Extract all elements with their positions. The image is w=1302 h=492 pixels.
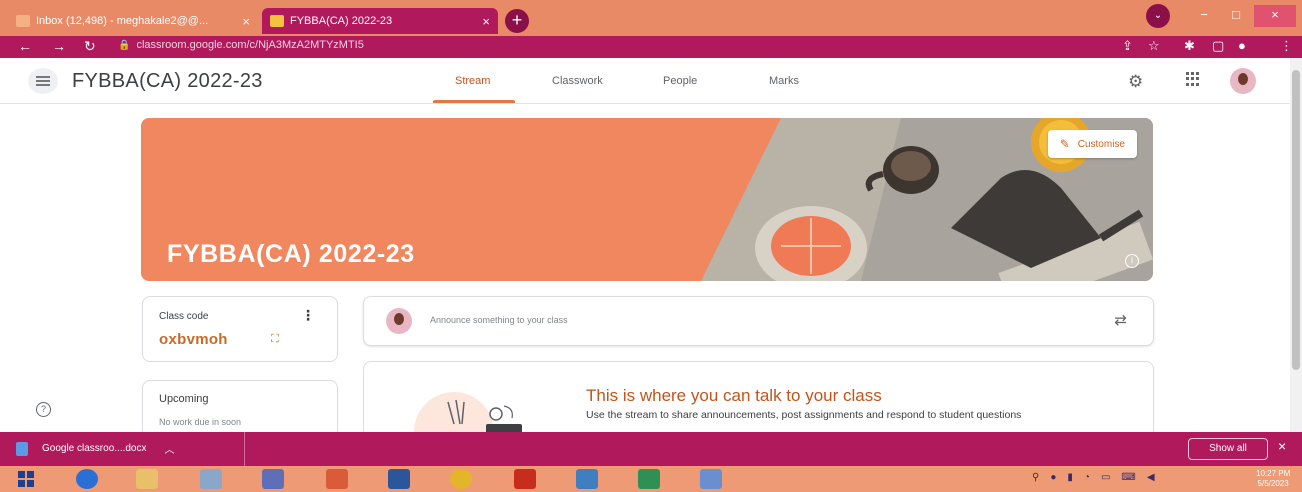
upcoming-subtext: No work due in soon	[159, 417, 242, 427]
url-text: classroom.google.com/c/NjA3MzA2MTYzMTI5	[136, 39, 364, 51]
tray-icon[interactable]: ●	[1050, 472, 1056, 483]
download-file-name: Google classroo....docx	[42, 443, 147, 454]
app-icon[interactable]	[262, 469, 284, 489]
forward-icon[interactable]: →	[52, 38, 66, 54]
page-scrollbar[interactable]	[1290, 58, 1302, 432]
office-icon[interactable]	[326, 469, 348, 489]
browser-tab-classroom[interactable]: FYBBA(CA) 2022-23 ×	[262, 8, 498, 34]
extensions-icon[interactable]: ✱	[1184, 38, 1195, 54]
menu-icon-bar	[36, 80, 50, 82]
download-item[interactable]: Google classroo....docx ︿	[16, 441, 175, 456]
settings-gear-icon[interactable]: ⚙	[1128, 72, 1143, 92]
stream-illustration	[414, 392, 522, 442]
classroom-icon	[270, 15, 284, 27]
volume-icon[interactable]: ◀	[1147, 472, 1155, 483]
maximize-button[interactable]: □	[1222, 5, 1250, 27]
minimize-button[interactable]: −	[1190, 5, 1218, 27]
chevron-up-icon[interactable]: ︿	[165, 441, 175, 456]
excel-icon[interactable]	[638, 469, 660, 489]
pencil-icon: ✎	[1059, 137, 1070, 151]
windows-start-icon[interactable]	[18, 471, 34, 487]
word-doc-icon	[16, 441, 28, 456]
lock-icon: 🔒	[118, 40, 131, 51]
photos-icon[interactable]	[576, 469, 598, 489]
taskbar-clock[interactable]: 10:27 PM 5/5/2023	[1256, 469, 1290, 489]
gmail-icon	[16, 15, 30, 27]
close-tab-icon[interactable]: ×	[242, 14, 250, 29]
downloads-bar: Google classroo....docx ︿ Show all ×	[0, 432, 1302, 466]
profile-icon[interactable]: ●	[1238, 38, 1246, 53]
browser-tab-strip: Inbox (12,498) - meghakale2@@... × FYBBA…	[0, 0, 1302, 36]
file-explorer-icon[interactable]	[136, 469, 158, 489]
customise-button[interactable]: ✎ Customise	[1047, 130, 1137, 158]
main-menu-button[interactable]	[28, 68, 58, 94]
system-tray: ⚲ ● ▮ ◔ ▭ ⌨ ◀	[1032, 472, 1155, 483]
keyboard-icon[interactable]: ⌨	[1121, 472, 1135, 483]
window-controls: ⌄ − □ ×	[1146, 4, 1296, 28]
tab-classwork[interactable]: Classwork	[552, 75, 603, 87]
upcoming-label: Upcoming	[159, 393, 209, 405]
calculator-icon[interactable]	[200, 469, 222, 489]
tab-people[interactable]: People	[663, 75, 697, 87]
announce-card[interactable]: Announce something to your class ⇄	[363, 296, 1154, 346]
stream-intro-card: This is where you can talk to your class…	[363, 361, 1154, 442]
clock-time: 10:27 PM	[1256, 469, 1291, 478]
browser-tab-gmail[interactable]: Inbox (12,498) - meghakale2@@... ×	[8, 8, 258, 34]
class-banner: FYBBA(CA) 2022-23 ✎ Customise i	[141, 118, 1153, 281]
announce-placeholder[interactable]: Announce something to your class	[430, 315, 568, 325]
repost-icon[interactable]: ⇄	[1114, 311, 1127, 329]
bookmark-star-icon[interactable]: ☆	[1148, 38, 1160, 54]
divider	[244, 432, 245, 466]
user-avatar	[386, 308, 412, 334]
class-code-card: Class code ⋮ oxbvmoh ⛶	[142, 296, 338, 362]
chrome-icon[interactable]	[450, 469, 472, 489]
share-icon[interactable]: ⇪	[1122, 38, 1133, 54]
banner-title: FYBBA(CA) 2022-23	[167, 240, 415, 268]
help-icon[interactable]: ?	[36, 402, 51, 417]
scrollbar-thumb[interactable]	[1292, 70, 1300, 370]
stream-intro-description: Use the stream to share announcements, p…	[586, 409, 1022, 421]
account-avatar[interactable]	[1230, 68, 1256, 94]
class-code-label: Class code	[159, 311, 209, 322]
tab-title: FYBBA(CA) 2022-23	[290, 15, 393, 27]
tab-title: Inbox (12,498) - meghakale2@@...	[36, 15, 209, 27]
google-apps-icon[interactable]	[1186, 72, 1200, 86]
ie-browser-icon[interactable]	[76, 469, 98, 489]
word-icon[interactable]	[388, 469, 410, 489]
url-field[interactable]: 🔒 classroom.google.com/c/NjA3MzA2MTYzMTI5	[118, 39, 364, 51]
network-icon[interactable]: ▮	[1067, 472, 1073, 483]
class-title[interactable]: FYBBA(CA) 2022-23	[72, 70, 263, 93]
fullscreen-icon[interactable]: ⛶	[271, 333, 279, 346]
os-taskbar: ⚲ ● ▮ ◔ ▭ ⌨ ◀ 10:27 PM 5/5/2023	[0, 466, 1302, 492]
new-tab-button[interactable]: +	[505, 9, 529, 33]
show-all-button[interactable]: Show all	[1188, 438, 1268, 460]
info-icon[interactable]: i	[1125, 254, 1139, 268]
tab-stream[interactable]: Stream	[455, 75, 490, 87]
side-panel-icon[interactable]: ▢	[1212, 38, 1224, 54]
tab-marks[interactable]: Marks	[769, 75, 799, 87]
battery-icon[interactable]: ▭	[1101, 472, 1110, 483]
customise-label: Customise	[1077, 138, 1125, 150]
reload-icon[interactable]: ↻	[84, 38, 96, 55]
stream-intro-title: This is where you can talk to your class	[586, 386, 882, 405]
address-bar-row: ← → ↻ 🔒 classroom.google.com/c/NjA3MzA2MT…	[0, 36, 1302, 58]
clock-date: 5/5/2023	[1257, 479, 1289, 488]
upcoming-card: Upcoming No work due in soon	[142, 380, 338, 440]
browser-menu-icon[interactable]: ⋮	[1280, 38, 1293, 54]
search-icon[interactable]: ⚲	[1032, 472, 1039, 483]
class-code-value: oxbvmoh	[159, 331, 228, 348]
classroom-header: FYBBA(CA) 2022-23 Stream Classwork Peopl…	[0, 58, 1302, 104]
menu-icon	[36, 76, 50, 78]
close-window-button[interactable]: ×	[1254, 5, 1296, 27]
acrobat-icon[interactable]	[514, 469, 536, 489]
close-downloads-icon[interactable]: ×	[1278, 438, 1286, 454]
menu-icon-bar	[36, 84, 50, 86]
back-icon[interactable]: ←	[18, 38, 32, 54]
active-tab-indicator	[433, 100, 515, 103]
wifi-icon[interactable]: ◔	[1084, 472, 1090, 483]
tab-search-icon[interactable]: ⌄	[1146, 4, 1170, 28]
more-options-icon[interactable]: ⋮	[301, 307, 315, 324]
close-tab-icon[interactable]: ×	[482, 14, 490, 29]
chrome-profile-icon[interactable]	[700, 469, 722, 489]
